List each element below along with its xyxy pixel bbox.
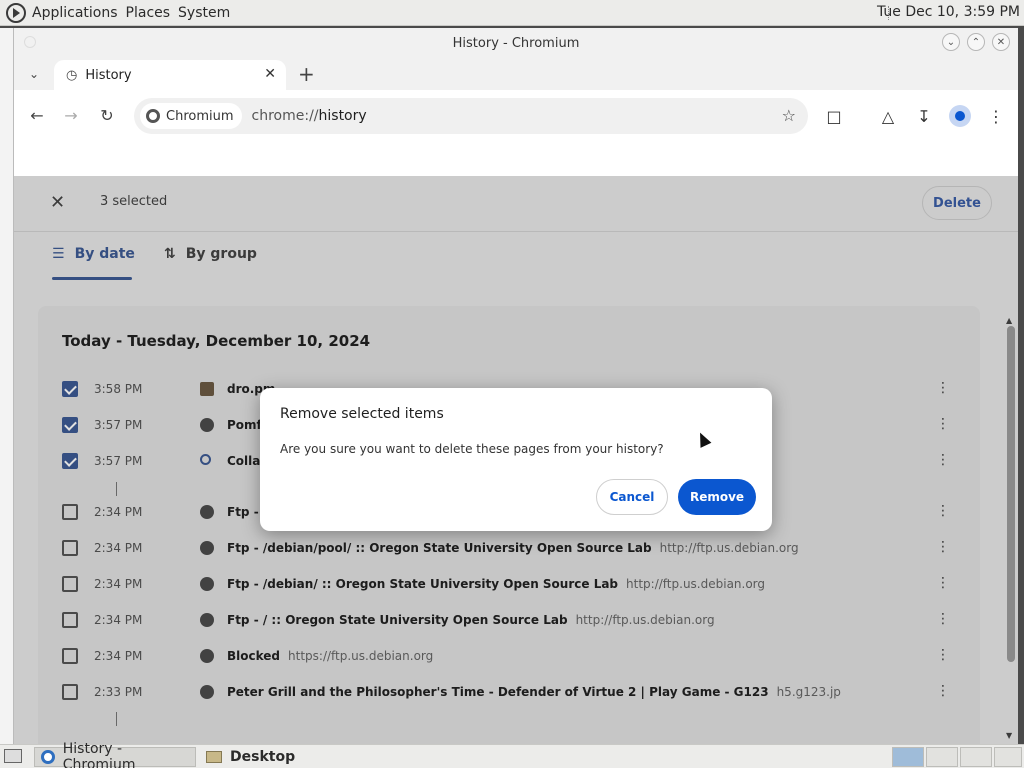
menu-applications[interactable]: Applications [32, 5, 118, 21]
folder-icon [206, 751, 222, 763]
profile-icon [949, 105, 971, 127]
forward-icon[interactable]: → [60, 104, 82, 126]
site-chip-label: Chromium [166, 108, 234, 124]
back-icon[interactable]: ← [26, 104, 48, 126]
toolbar-spacer [14, 142, 1018, 176]
dialog-title: Remove selected items [280, 406, 444, 422]
taskbar-item-chromium[interactable]: History - Chromium [34, 741, 196, 768]
taskbar-item-label: History - Chromium [62, 741, 136, 768]
bottom-taskbar: History - Chromium Desktop [0, 741, 1024, 768]
reload-icon[interactable]: ↻ [96, 104, 118, 126]
window-title: History - Chromium [452, 35, 580, 51]
panel-menu: Applications Places System [0, 2, 238, 23]
browser-window: History - Chromium ⌄ ⌃ ✕ ⌄ ◷ History ✕ +… [14, 28, 1018, 744]
chromium-icon [146, 109, 160, 123]
tab-history[interactable]: ◷ History ✕ [54, 60, 286, 90]
tab-strip: ⌄ ◷ History ✕ + [14, 58, 1018, 90]
remove-button[interactable]: Remove [678, 479, 756, 515]
tab-search-chevron-icon[interactable]: ⌄ [24, 64, 44, 84]
top-panel: Applications Places System Tue Dec 10, 3… [0, 0, 1024, 26]
profile-avatar[interactable] [948, 104, 972, 128]
new-tab-icon[interactable]: + [298, 62, 315, 86]
labs-flask-icon[interactable]: △ [876, 104, 900, 128]
window-menu-icon[interactable] [24, 36, 36, 48]
clock[interactable]: Tue Dec 10, 3:59 PM [877, 4, 1020, 20]
taskbar-item-desktop[interactable]: Desktop [200, 747, 370, 767]
remove-items-dialog: Remove selected items Are you sure you w… [260, 388, 772, 531]
url-text[interactable]: chrome://history [252, 108, 367, 124]
window-controls: ⌄ ⌃ ✕ [942, 33, 1010, 51]
distro-logo-icon[interactable] [6, 2, 26, 23]
close-window-icon[interactable]: ✕ [992, 33, 1010, 51]
browser-toolbar: ← → ↻ Chromium chrome://history ☆ □ △ ↧ … [14, 90, 1018, 142]
maximize-icon[interactable]: ⌃ [967, 33, 985, 51]
dialog-message: Are you sure you want to delete these pa… [280, 442, 664, 456]
address-bar[interactable]: Chromium chrome://history ☆ [134, 98, 808, 134]
cancel-button[interactable]: Cancel [596, 479, 668, 515]
workspace-4[interactable] [994, 747, 1022, 767]
history-clock-icon: ◷ [66, 67, 78, 83]
taskbar-item-label: Desktop [230, 749, 296, 765]
site-chip[interactable]: Chromium [140, 103, 242, 129]
menu-places[interactable]: Places [126, 5, 171, 21]
show-desktop-icon[interactable] [4, 749, 22, 763]
workspace-3[interactable] [960, 747, 992, 767]
minimize-icon[interactable]: ⌄ [942, 33, 960, 51]
workspace-2[interactable] [926, 747, 958, 767]
workspace-1[interactable] [892, 747, 924, 767]
url-scheme: chrome:// [251, 108, 319, 124]
download-icon[interactable]: ↧ [912, 104, 936, 128]
extensions-icon[interactable]: □ [822, 104, 846, 128]
bookmark-star-icon[interactable]: ☆ [782, 106, 796, 125]
window-titlebar[interactable]: History - Chromium ⌄ ⌃ ✕ [14, 28, 1018, 58]
menu-system[interactable]: System [178, 5, 230, 21]
url-path: history [318, 108, 367, 124]
chromium-icon [41, 750, 55, 764]
more-menu-icon[interactable]: ⋮ [984, 104, 1008, 128]
desktop-background [0, 28, 14, 744]
tab-label: History [85, 67, 132, 83]
close-tab-icon[interactable]: ✕ [264, 66, 276, 82]
